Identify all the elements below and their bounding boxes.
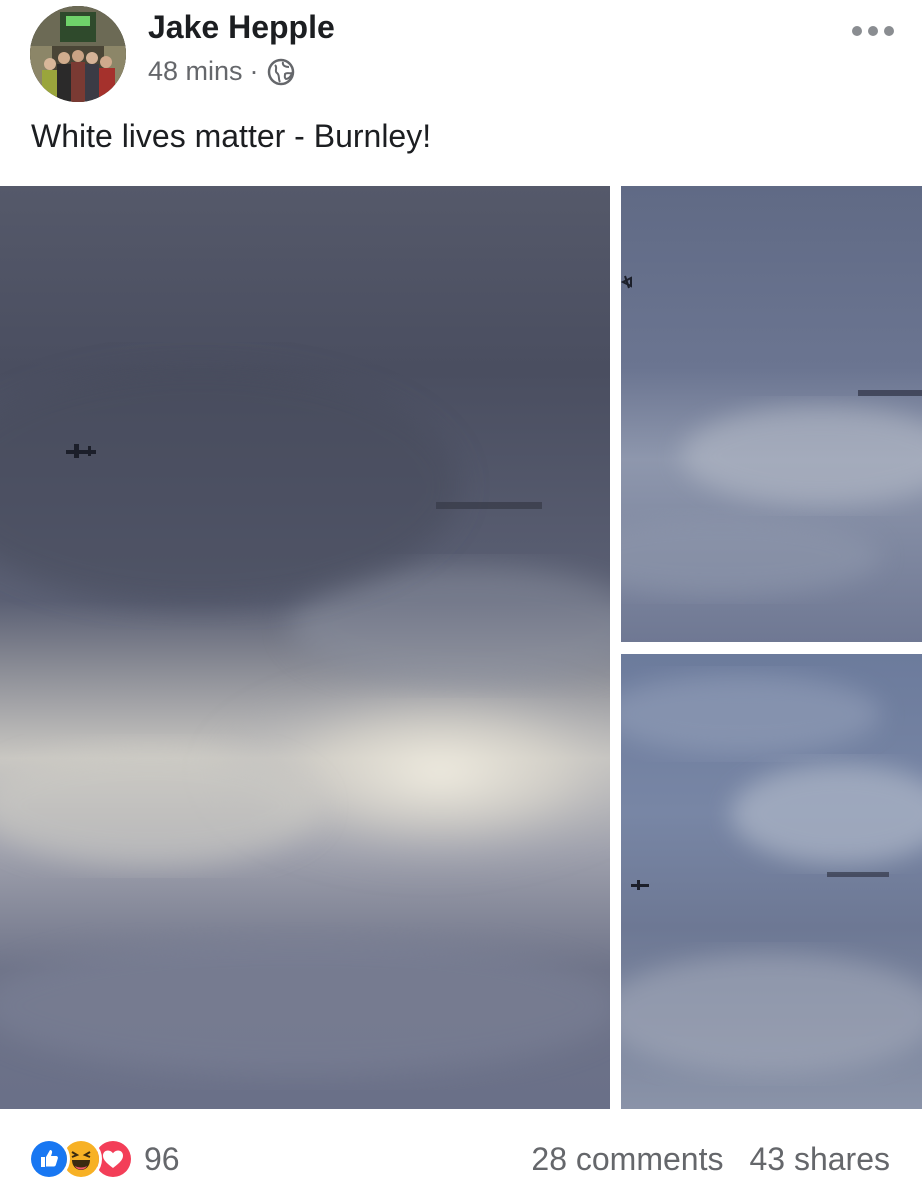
reaction-count: 96 [144,1140,180,1177]
post-photo-1[interactable] [0,186,610,1109]
dot [852,26,862,36]
post-meta: 48 mins · [148,56,296,87]
dot [884,26,894,36]
post-photo-2[interactable] [621,186,922,642]
comments-count[interactable]: 28 comments [531,1141,723,1178]
meta-separator: · [249,56,259,86]
shares-count[interactable]: 43 shares [749,1141,890,1178]
reactions-summary[interactable]: 96 [28,1138,180,1180]
post-photo-3[interactable] [621,654,922,1109]
dot [868,26,878,36]
post-text: White lives matter - Burnley! [31,118,432,154]
author-name[interactable]: Jake Hepple [148,9,335,46]
engagement-stats: 28 comments 43 shares [531,1141,890,1178]
post-time[interactable]: 48 mins [148,56,243,87]
globe-icon [266,57,296,87]
avatar[interactable] [30,6,126,102]
like-icon [28,1138,70,1180]
more-options-icon[interactable] [850,18,896,44]
